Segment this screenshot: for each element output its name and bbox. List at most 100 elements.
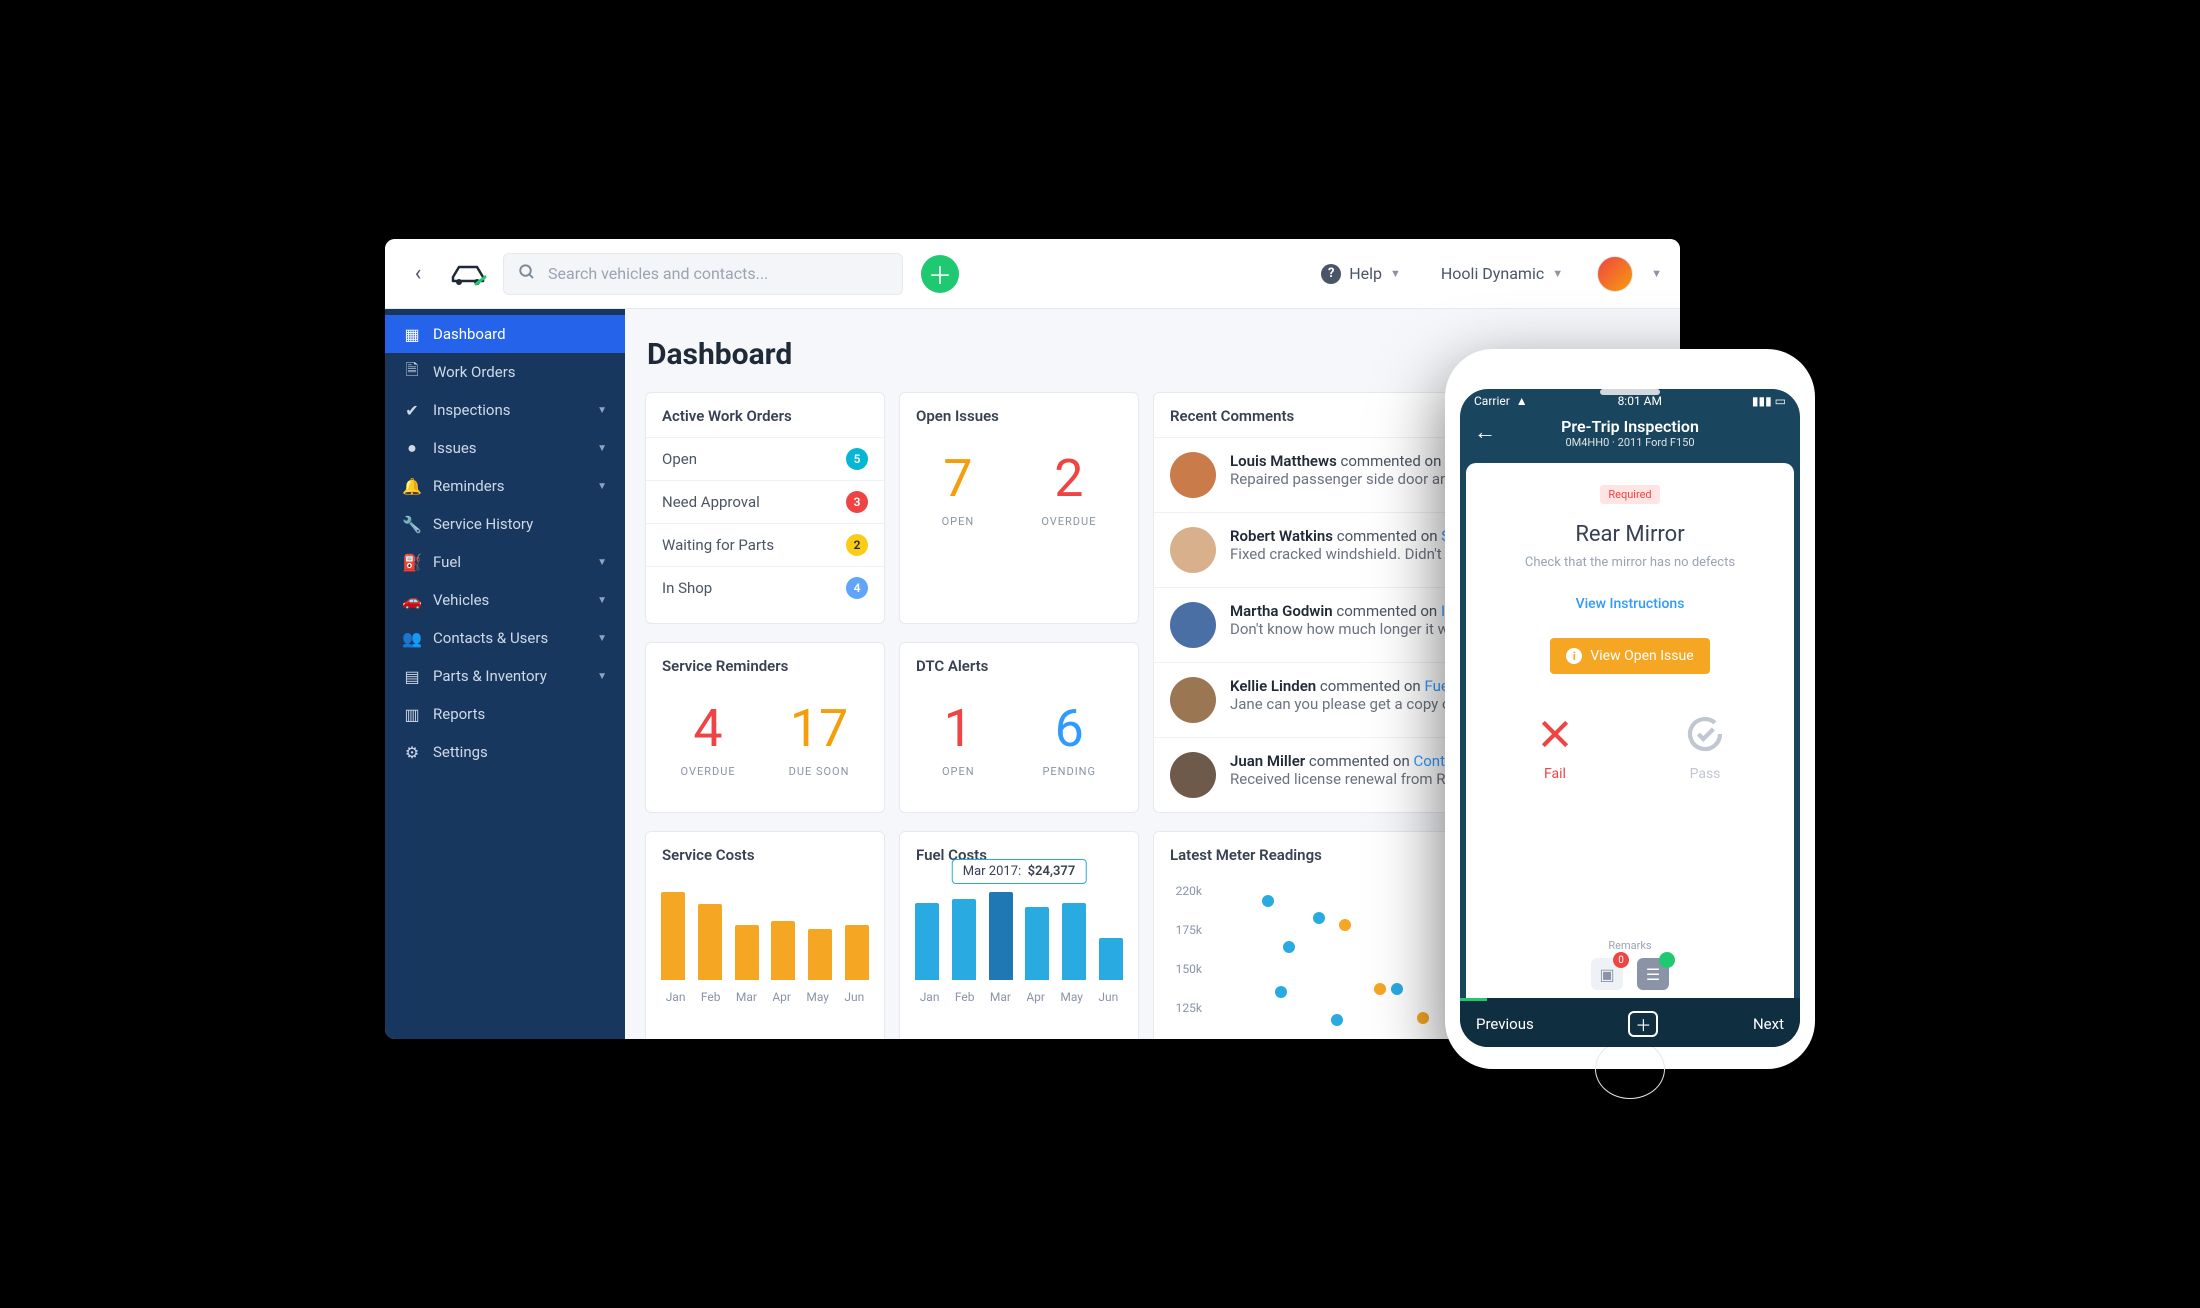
pass-label: Pass xyxy=(1690,766,1721,782)
sidebar-item-reports[interactable]: ▥Reports xyxy=(385,695,625,733)
comment-avatar xyxy=(1170,452,1216,498)
pass-button[interactable]: Pass xyxy=(1685,714,1725,782)
help-menu[interactable]: ? Help ▼ xyxy=(1321,264,1401,284)
chart-bar[interactable] xyxy=(771,921,795,980)
metric-value: 6 xyxy=(1042,703,1096,755)
remarks-camera-button[interactable]: ▣ 0 xyxy=(1591,958,1623,990)
scatter-point[interactable] xyxy=(1339,919,1351,931)
scatter-point[interactable] xyxy=(1374,983,1386,995)
card-title: Service Reminders xyxy=(646,643,884,687)
y-tick: 150k xyxy=(1162,962,1202,976)
required-badge: Required xyxy=(1600,485,1659,504)
chevron-down-icon: ▼ xyxy=(597,633,607,644)
metric-value: 7 xyxy=(942,453,975,505)
check-circle-icon xyxy=(1685,714,1725,754)
view-open-issue-button[interactable]: i View Open Issue xyxy=(1550,638,1709,674)
card-title: Service Costs xyxy=(646,832,884,877)
view-instructions-link[interactable]: View Instructions xyxy=(1480,596,1780,612)
sidebar-item-fuel[interactable]: ⛽Fuel▼ xyxy=(385,543,625,581)
note-badge xyxy=(1659,952,1675,968)
logo[interactable] xyxy=(447,259,489,289)
metric-value: 2 xyxy=(1041,453,1096,505)
chart-bar[interactable] xyxy=(952,899,976,980)
bell-icon: 🔔 xyxy=(403,477,421,495)
chart-bar[interactable] xyxy=(915,903,939,980)
scatter-point[interactable] xyxy=(1331,1014,1343,1026)
footer-add-button[interactable]: ＋ xyxy=(1628,1011,1658,1037)
card-active-work-orders: Active Work Orders Open5Need Approval3Wa… xyxy=(645,392,885,624)
x-tick: Feb xyxy=(701,990,721,1004)
phone-home-button[interactable] xyxy=(1595,1039,1665,1099)
scatter-point[interactable] xyxy=(1262,895,1274,907)
status-time: 8:01 AM xyxy=(1618,394,1662,408)
sidebar-item-work-orders[interactable]: 🗎Work Orders xyxy=(385,353,625,391)
scatter-point[interactable] xyxy=(1313,912,1325,924)
chevron-down-icon: ▼ xyxy=(1390,267,1401,280)
sidebar-item-settings[interactable]: ⚙Settings xyxy=(385,733,625,771)
metric-overdue[interactable]: 2 OVERDUE xyxy=(1041,453,1096,528)
nav-label: Contacts & Users xyxy=(433,629,548,647)
chart-bar[interactable] xyxy=(661,892,685,980)
chart-bar[interactable] xyxy=(735,925,759,980)
back-button[interactable]: ‹ xyxy=(403,259,433,289)
chart-bar[interactable] xyxy=(808,929,832,980)
phone-header: ← Pre-Trip Inspection 0M4HH0 · 2011 Ford… xyxy=(1460,413,1800,459)
status-carrier: Carrier ▲ xyxy=(1474,394,1528,408)
camera-icon: ▣ xyxy=(1599,965,1614,984)
fuel-icon: ⛽ xyxy=(403,553,421,571)
inspection-item-card: Required Rear Mirror Check that the mirr… xyxy=(1466,463,1794,998)
work-order-row[interactable]: Waiting for Parts2 xyxy=(646,523,884,566)
wrench-icon: 🔧 xyxy=(403,515,421,533)
remarks-label: Remarks xyxy=(1480,939,1780,952)
metric-open[interactable]: 7 OPEN xyxy=(942,453,975,528)
sidebar-item-vehicles[interactable]: 🚗Vehicles▼ xyxy=(385,581,625,619)
prev-button[interactable]: Previous xyxy=(1476,1015,1534,1033)
scatter-point[interactable] xyxy=(1275,986,1287,998)
add-button[interactable]: ＋ xyxy=(921,255,959,293)
user-avatar[interactable] xyxy=(1597,256,1633,292)
scatter-point[interactable] xyxy=(1283,941,1295,953)
work-order-row[interactable]: In Shop4 xyxy=(646,566,884,609)
x-tick: May xyxy=(1060,990,1083,1004)
card-service-costs: Service Costs JanFebMarAprMayJun xyxy=(645,831,885,1039)
fail-button[interactable]: Fail xyxy=(1535,714,1575,782)
chart-bar[interactable] xyxy=(698,904,722,980)
sidebar-item-reminders[interactable]: 🔔Reminders▼ xyxy=(385,467,625,505)
metric-pending[interactable]: 6 PENDING xyxy=(1042,703,1096,778)
next-button[interactable]: Next xyxy=(1753,1015,1784,1033)
sidebar-item-parts-inventory[interactable]: ▤Parts & Inventory▼ xyxy=(385,657,625,695)
gear-icon: ⚙ xyxy=(403,743,421,761)
chart-bar[interactable] xyxy=(845,925,869,980)
sidebar-item-inspections[interactable]: ✔Inspections▼ xyxy=(385,391,625,429)
nav-label: Service History xyxy=(433,515,533,533)
sidebar-item-dashboard[interactable]: ▦Dashboard xyxy=(385,315,625,353)
chart-bar[interactable] xyxy=(1099,938,1123,980)
chart-bar[interactable] xyxy=(1062,903,1086,980)
search-input[interactable] xyxy=(548,264,888,283)
scatter-point[interactable] xyxy=(1417,1012,1429,1024)
remarks-note-button[interactable]: ☰ xyxy=(1637,958,1669,990)
scatter-point[interactable] xyxy=(1391,983,1403,995)
chevron-down-icon[interactable]: ▼ xyxy=(1651,267,1662,280)
metric-overdue[interactable]: 4 OVERDUE xyxy=(681,703,736,778)
sidebar-item-service-history[interactable]: 🔧 Service History xyxy=(385,505,625,543)
metric-open[interactable]: 1 OPEN xyxy=(942,703,975,778)
metric-label: DUE SOON xyxy=(789,765,850,778)
chart-bar[interactable] xyxy=(989,892,1013,980)
wifi-icon: ▲ xyxy=(1513,394,1528,408)
metric-value: 4 xyxy=(681,703,736,755)
chart-bar[interactable] xyxy=(1025,907,1049,980)
check-icon: ✔ xyxy=(403,401,421,419)
y-tick: 220k xyxy=(1162,884,1202,898)
search-box[interactable] xyxy=(503,253,903,295)
work-order-row[interactable]: Need Approval3 xyxy=(646,480,884,523)
metric-value: 1 xyxy=(942,703,975,755)
account-menu[interactable]: Hooli Dynamic ▼ xyxy=(1441,264,1563,283)
nav-label: Vehicles xyxy=(433,591,489,609)
chevron-down-icon: ▼ xyxy=(597,557,607,568)
sidebar-item-issues[interactable]: ●Issues▼ xyxy=(385,429,625,467)
sidebar-item-contacts-users[interactable]: 👥Contacts & Users▼ xyxy=(385,619,625,657)
metric-due-soon[interactable]: 17 DUE SOON xyxy=(789,703,850,778)
work-order-row[interactable]: Open5 xyxy=(646,437,884,480)
card-dtc-alerts: DTC Alerts 1 OPEN 6 PENDING xyxy=(899,642,1139,813)
